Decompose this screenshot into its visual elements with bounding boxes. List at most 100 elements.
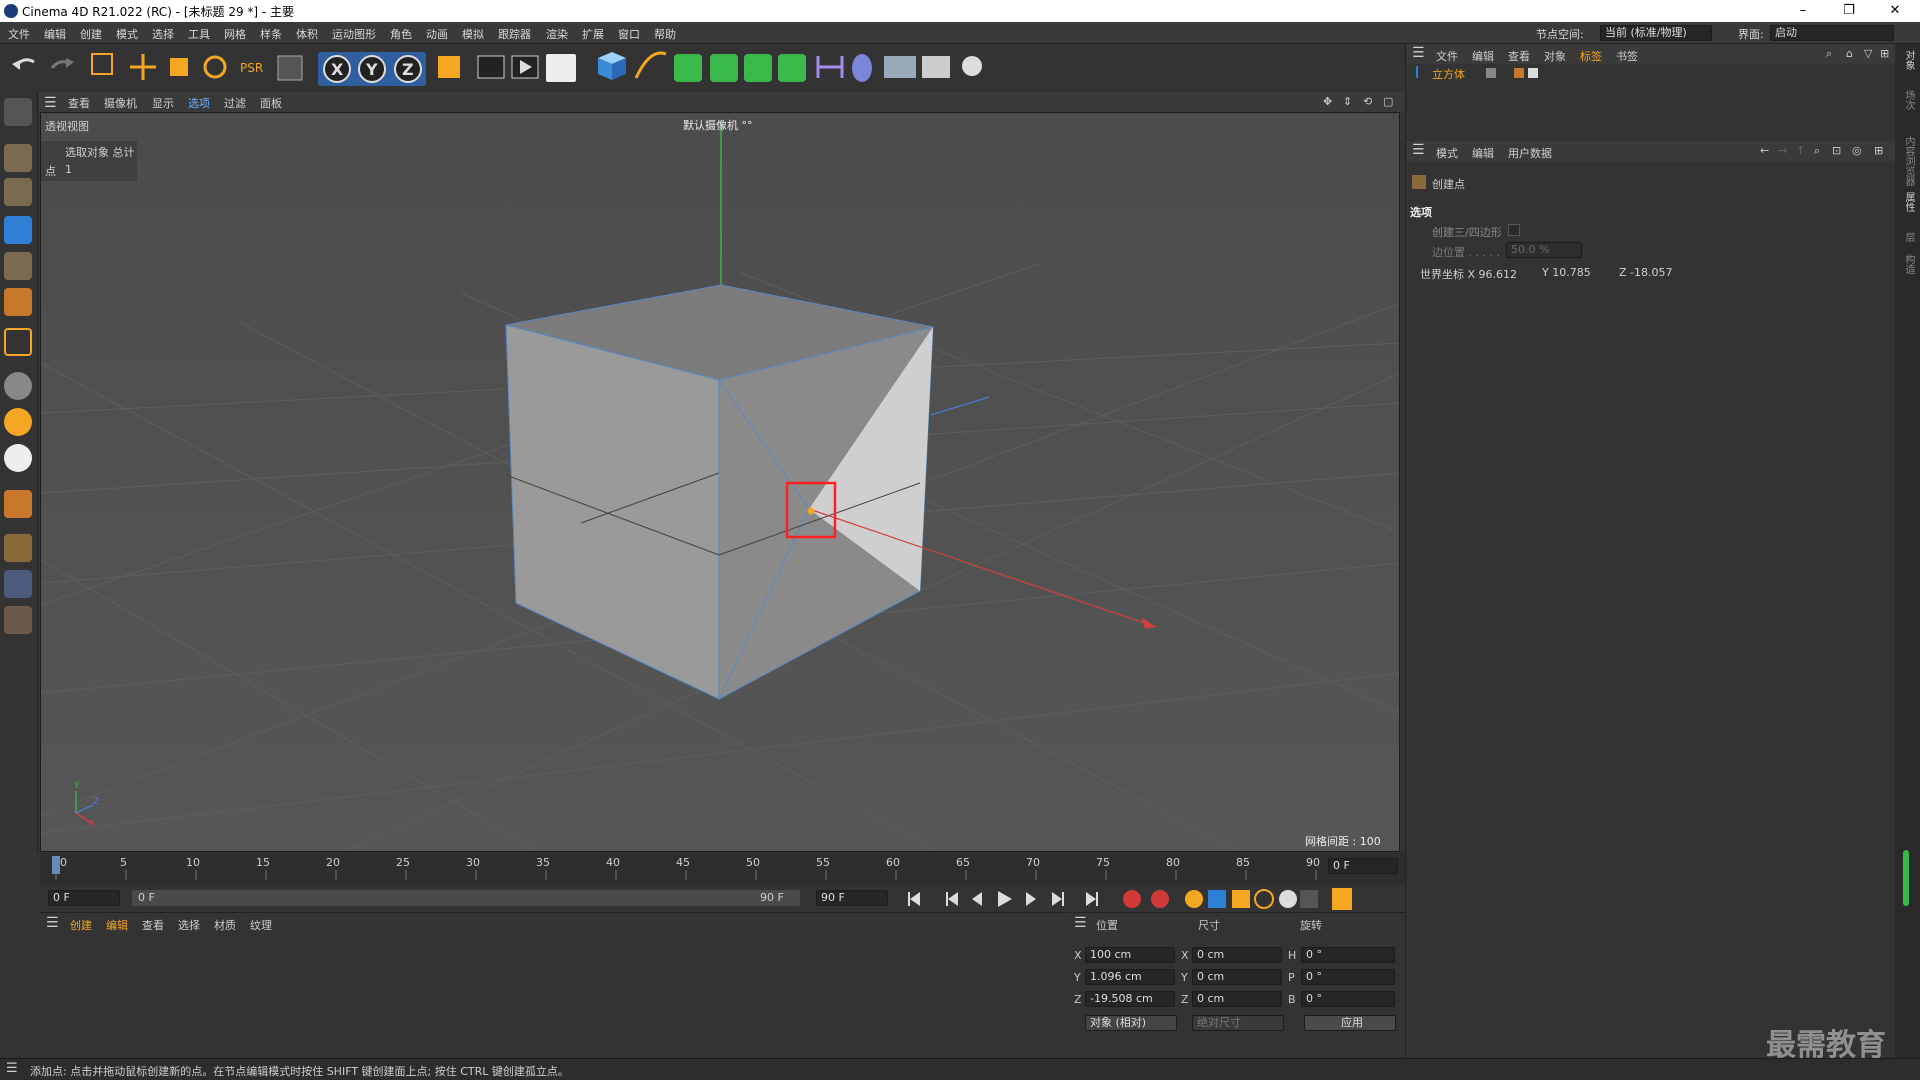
z-axis-lock-icon[interactable]: Z: [394, 55, 422, 83]
key-parameter-icon[interactable]: [1279, 890, 1297, 908]
visibility-toggle-icon[interactable]: [1486, 68, 1496, 78]
menu-help[interactable]: 帮助: [654, 26, 676, 42]
solo-icon[interactable]: [4, 372, 32, 400]
prev-key-icon[interactable]: [946, 892, 958, 906]
viewport-menu-view[interactable]: 查看: [68, 95, 90, 111]
material-menu-select[interactable]: 选择: [178, 917, 200, 933]
axis-mode-icon[interactable]: [4, 328, 32, 356]
coordinate-system-icon[interactable]: [438, 56, 460, 78]
maximize-button[interactable]: ❐: [1826, 0, 1872, 22]
subdivision-icon[interactable]: [674, 54, 702, 82]
rotate-icon[interactable]: [203, 55, 227, 79]
menu-extensions[interactable]: 扩展: [582, 26, 604, 42]
attribute-panel-menu-icon[interactable]: ☰: [1412, 142, 1425, 158]
menu-character[interactable]: 角色: [390, 26, 412, 42]
frame-range-slider[interactable]: 0 F 90 F: [132, 890, 800, 906]
live-select-icon[interactable]: [91, 53, 113, 75]
menu-mode[interactable]: 模式: [116, 26, 138, 42]
minimize-button[interactable]: –: [1780, 0, 1826, 22]
undo-icon[interactable]: [12, 58, 35, 70]
key-point-level-icon[interactable]: [1300, 890, 1318, 908]
tab-layers[interactable]: 层: [1901, 232, 1916, 242]
menu-edit[interactable]: 编辑: [44, 26, 66, 42]
tab-structure[interactable]: 构造: [1901, 254, 1916, 274]
pos-x-field[interactable]: 100 cm: [1085, 947, 1175, 963]
light-icon[interactable]: [962, 56, 982, 76]
object-menu-file[interactable]: 文件: [1436, 48, 1458, 64]
solo-off-icon[interactable]: [4, 444, 32, 472]
menu-spline[interactable]: 样条: [260, 26, 282, 42]
menu-render[interactable]: 渲染: [546, 26, 568, 42]
tab-takes[interactable]: 场次: [1901, 90, 1916, 110]
coord-panel-menu-icon[interactable]: ☰: [1074, 915, 1087, 931]
render-view-icon[interactable]: [477, 55, 505, 79]
menu-create[interactable]: 创建: [80, 26, 102, 42]
attribute-forward-icon[interactable]: →: [1778, 144, 1787, 157]
tab-attributes[interactable]: 属性: [1901, 192, 1916, 212]
y-axis-lock-icon[interactable]: Y: [358, 55, 386, 83]
key-rotation-icon[interactable]: [1254, 889, 1274, 909]
keyframe-selection-icon[interactable]: [1185, 890, 1203, 908]
key-scale-icon[interactable]: [1232, 890, 1250, 908]
current-frame-field[interactable]: 0 F: [1328, 858, 1398, 874]
menu-mesh[interactable]: 网格: [224, 26, 246, 42]
floor-environment-icon[interactable]: [884, 56, 916, 78]
attribute-new-window-icon[interactable]: ⊞: [1874, 144, 1883, 157]
material-menu-edit[interactable]: 编辑: [106, 917, 128, 933]
object-new-window-icon[interactable]: ⊞: [1880, 47, 1889, 60]
extrude-generator-icon[interactable]: [710, 54, 738, 82]
planar-workplane-icon[interactable]: [4, 606, 32, 634]
menu-mograph[interactable]: 运动图形: [332, 26, 376, 42]
viewport-menu-cameras[interactable]: 摄像机: [104, 95, 137, 111]
go-to-start-icon[interactable]: [908, 892, 920, 906]
object-menu-object[interactable]: 对象: [1544, 48, 1566, 64]
workplane-icon[interactable]: [4, 534, 32, 562]
material-panel-menu-icon[interactable]: ☰: [46, 915, 59, 931]
menu-select[interactable]: 选择: [152, 26, 174, 42]
snap-icon[interactable]: [4, 490, 32, 518]
attribute-lock-icon[interactable]: ⊡: [1832, 144, 1841, 157]
go-to-end-icon[interactable]: [1086, 892, 1098, 906]
field-icon[interactable]: [852, 54, 872, 82]
material-menu-material[interactable]: 材质: [214, 917, 236, 933]
object-menu-tags[interactable]: 标签: [1580, 48, 1602, 64]
model-mode-icon[interactable]: [4, 144, 32, 172]
mograph-array-icon[interactable]: [778, 54, 806, 82]
recent-tools-icon[interactable]: PSR: [240, 61, 263, 75]
points-mode-icon[interactable]: [4, 216, 32, 244]
deformer-icon[interactable]: [816, 56, 844, 78]
attribute-menu-edit[interactable]: 编辑: [1472, 145, 1494, 161]
perspective-viewport[interactable]: 透视视图 默认摄像机 °° 选取对象 总计 点 1 网格间距 : 100 cm …: [40, 112, 1400, 852]
create-tri-quad-checkbox[interactable]: [1508, 224, 1520, 236]
menu-window[interactable]: 窗口: [618, 26, 640, 42]
prev-frame-icon[interactable]: [972, 892, 982, 906]
play-icon[interactable]: [998, 891, 1012, 907]
viewport-menu-display[interactable]: 显示: [152, 95, 174, 111]
tab-content-browser[interactable]: 内容浏览器: [1901, 136, 1916, 186]
object-row-cube[interactable]: 立方体: [1414, 64, 1894, 82]
next-key-icon[interactable]: [1052, 892, 1064, 906]
menu-tools[interactable]: 工具: [188, 26, 210, 42]
cube-primitive-icon[interactable]: [598, 52, 626, 80]
object-menu-bookmarks[interactable]: 书签: [1616, 48, 1638, 64]
make-editable-icon[interactable]: [4, 98, 32, 126]
viewport-maximize-icon[interactable]: ▢: [1383, 95, 1393, 108]
next-frame-icon[interactable]: [1026, 892, 1036, 906]
viewport-zoom-icon[interactable]: ⇕: [1343, 95, 1352, 108]
auto-key-icon[interactable]: [1151, 890, 1169, 908]
redo-icon[interactable]: [50, 58, 74, 69]
move-icon[interactable]: [130, 54, 156, 80]
solo-hierarchy-icon[interactable]: [4, 408, 32, 436]
menu-volume[interactable]: 体积: [296, 26, 318, 42]
viewport-pan-icon[interactable]: ✥: [1323, 95, 1332, 108]
x-axis-lock-icon[interactable]: X: [323, 55, 351, 83]
size-z-field[interactable]: 0 cm: [1192, 991, 1282, 1007]
rot-h-field[interactable]: 0 °: [1301, 947, 1395, 963]
attribute-search-icon[interactable]: ⌕: [1814, 144, 1820, 158]
pos-y-field[interactable]: 1.096 cm: [1085, 969, 1175, 985]
pos-z-field[interactable]: -19.508 cm: [1085, 991, 1175, 1007]
render-to-picture-viewer-icon[interactable]: [511, 55, 539, 79]
size-y-field[interactable]: 0 cm: [1192, 969, 1282, 985]
viewport-menu-options[interactable]: 选项: [188, 95, 210, 111]
attribute-menu-mode[interactable]: 模式: [1436, 145, 1458, 161]
